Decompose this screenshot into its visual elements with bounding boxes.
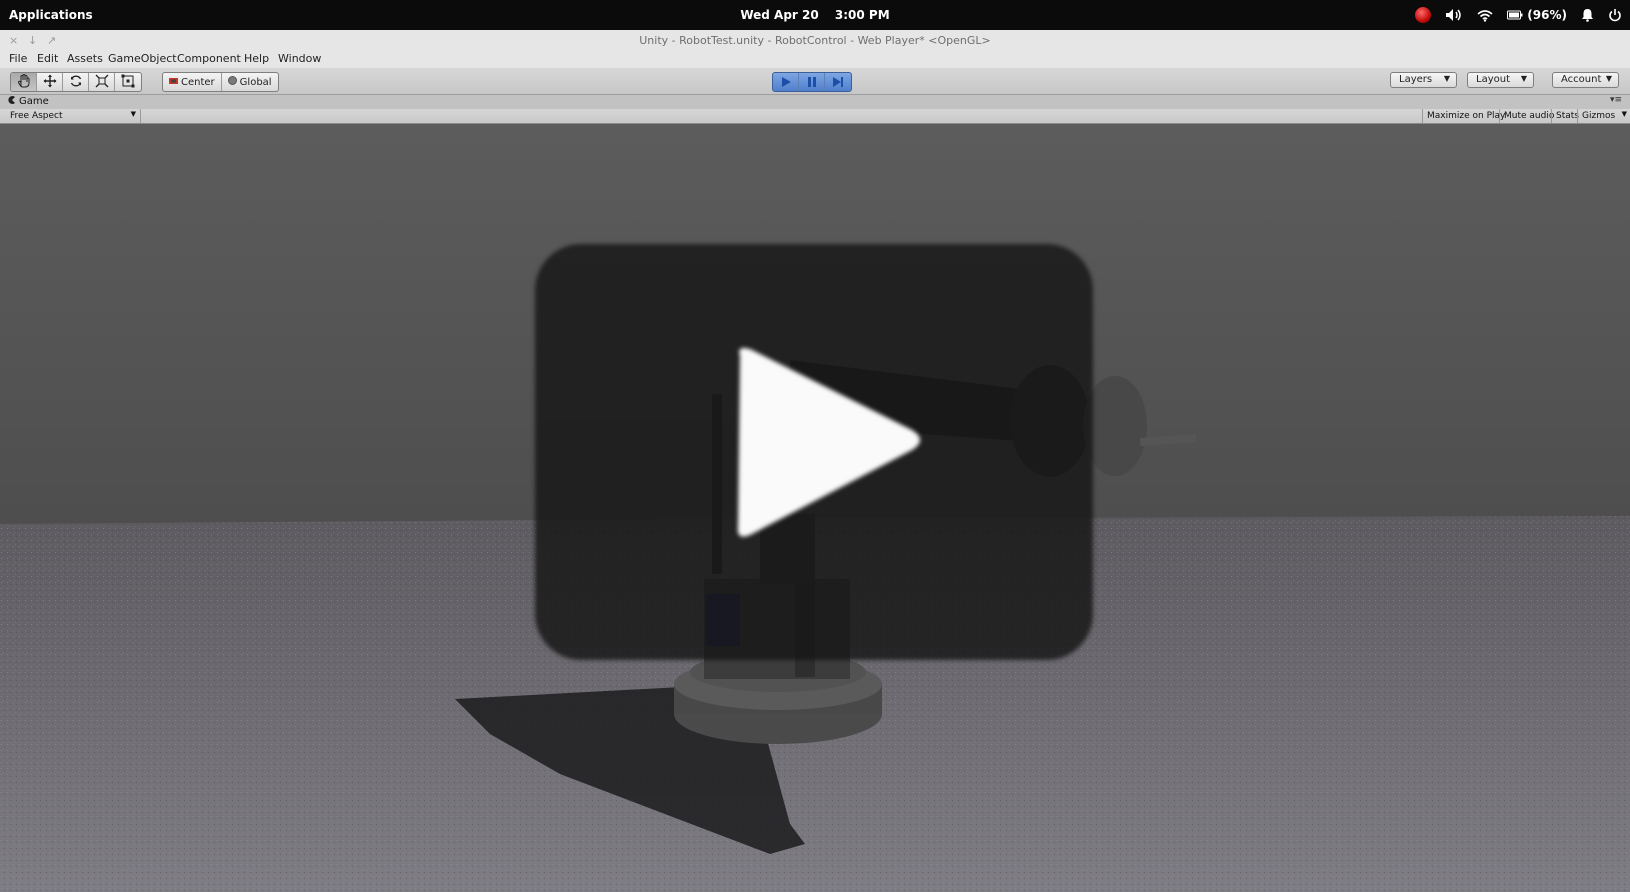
layers-label: Layers — [1399, 74, 1433, 85]
layers-dropdown[interactable]: Layers ▼ — [1390, 72, 1457, 88]
pivot-global-label: Global — [239, 76, 272, 88]
pivot-center-button[interactable]: Center — [163, 73, 222, 91]
menu-component[interactable]: Component — [177, 52, 241, 65]
play-overlay-icon[interactable] — [730, 344, 930, 544]
battery-indicator[interactable]: (96%) — [1507, 8, 1567, 22]
gizmos-label: Gizmos — [1582, 111, 1616, 121]
window-title: Unity - RobotTest.unity - RobotControl -… — [639, 34, 991, 47]
tab-game[interactable]: Game — [8, 96, 49, 107]
gizmos-dropdown[interactable]: Gizmos ▼ — [1577, 109, 1630, 123]
main-toolbar: Center Global Layers ▼ Layout ▼ Account … — [0, 68, 1630, 95]
rect-tool-icon — [121, 73, 135, 91]
menu-edit[interactable]: Edit — [37, 52, 58, 65]
move-tool-icon — [43, 73, 57, 91]
transform-tools — [10, 72, 142, 92]
chevron-down-icon: ▼ — [1621, 110, 1627, 118]
pivot-global-button[interactable]: Global — [222, 73, 278, 91]
menu-gameobject[interactable]: GameObject — [108, 52, 177, 65]
mute-audio-toggle[interactable]: Mute audio — [1499, 109, 1558, 123]
pivot-controls: Center Global — [162, 72, 279, 92]
game-controller-icon — [8, 96, 16, 107]
pause-button[interactable] — [799, 73, 825, 91]
account-label: Account — [1561, 74, 1602, 85]
step-icon — [832, 73, 844, 91]
game-viewport[interactable] — [0, 124, 1630, 892]
system-tray: (96%) — [1415, 5, 1622, 25]
record-icon[interactable] — [1415, 7, 1432, 23]
rotate-tool-icon — [69, 73, 83, 91]
play-icon — [780, 73, 792, 91]
tab-game-label: Game — [19, 96, 49, 107]
chevron-down-icon: ▼ — [130, 110, 136, 118]
layout-dropdown[interactable]: Layout ▼ — [1467, 72, 1534, 88]
chevron-down-icon: ▼ — [1443, 74, 1450, 83]
menu-window[interactable]: Window — [278, 52, 321, 65]
battery-icon — [1507, 10, 1523, 20]
aspect-ratio-label: Free Aspect — [10, 111, 63, 121]
window-title-bar: × ↓ ↗ Unity - RobotTest.unity - RobotCon… — [0, 30, 1630, 53]
menu-assets[interactable]: Assets — [67, 52, 103, 65]
chevron-down-icon: ▼ — [1605, 74, 1612, 83]
scale-tool-button[interactable] — [89, 73, 115, 91]
tab-menu-icon[interactable]: ▾≡ — [1610, 95, 1622, 105]
game-view-toolbar: Free Aspect ▼ Maximize on Play Mute audi… — [0, 109, 1630, 124]
menu-help[interactable]: Help — [244, 52, 269, 65]
notification-bell-icon[interactable] — [1581, 8, 1594, 22]
clock[interactable]: Wed Apr 20 3:00 PM — [0, 8, 1630, 22]
rotate-tool-button[interactable] — [63, 73, 89, 91]
scale-tool-icon — [95, 73, 109, 91]
wifi-icon[interactable] — [1477, 9, 1493, 22]
step-button[interactable] — [825, 73, 851, 91]
chevron-down-icon: ▼ — [1520, 74, 1527, 83]
hand-tool-icon — [17, 73, 31, 91]
power-icon[interactable] — [1608, 8, 1622, 22]
os-top-bar: Applications Wed Apr 20 3:00 PM (96%) — [0, 0, 1630, 30]
menu-file[interactable]: File — [9, 52, 27, 65]
pivot-center-icon — [169, 77, 178, 88]
clock-time: 3:00 PM — [834, 8, 890, 22]
menu-bar: File Edit Assets GameObject Component He… — [0, 52, 1630, 68]
mute-audio-label: Mute audio — [1504, 111, 1555, 121]
playback-controls — [772, 72, 852, 92]
account-dropdown[interactable]: Account ▼ — [1552, 72, 1619, 88]
maximize-on-play-toggle[interactable]: Maximize on Play — [1422, 109, 1509, 123]
battery-percentage: (96%) — [1527, 8, 1567, 22]
hand-tool-button[interactable] — [11, 73, 37, 91]
game-tab-bar: Game ▾≡ — [0, 95, 1630, 109]
globe-icon — [227, 76, 237, 88]
volume-icon[interactable] — [1445, 8, 1463, 22]
clock-date: Wed Apr 20 — [740, 8, 819, 22]
layout-label: Layout — [1476, 74, 1510, 85]
stats-label: Stats — [1556, 111, 1579, 121]
maximize-on-play-label: Maximize on Play — [1427, 111, 1506, 121]
pause-icon — [806, 73, 818, 91]
play-button[interactable] — [773, 73, 799, 91]
move-tool-button[interactable] — [37, 73, 63, 91]
aspect-ratio-dropdown[interactable]: Free Aspect ▼ — [4, 109, 141, 123]
rect-tool-button[interactable] — [115, 73, 141, 91]
pivot-center-label: Center — [181, 76, 215, 88]
